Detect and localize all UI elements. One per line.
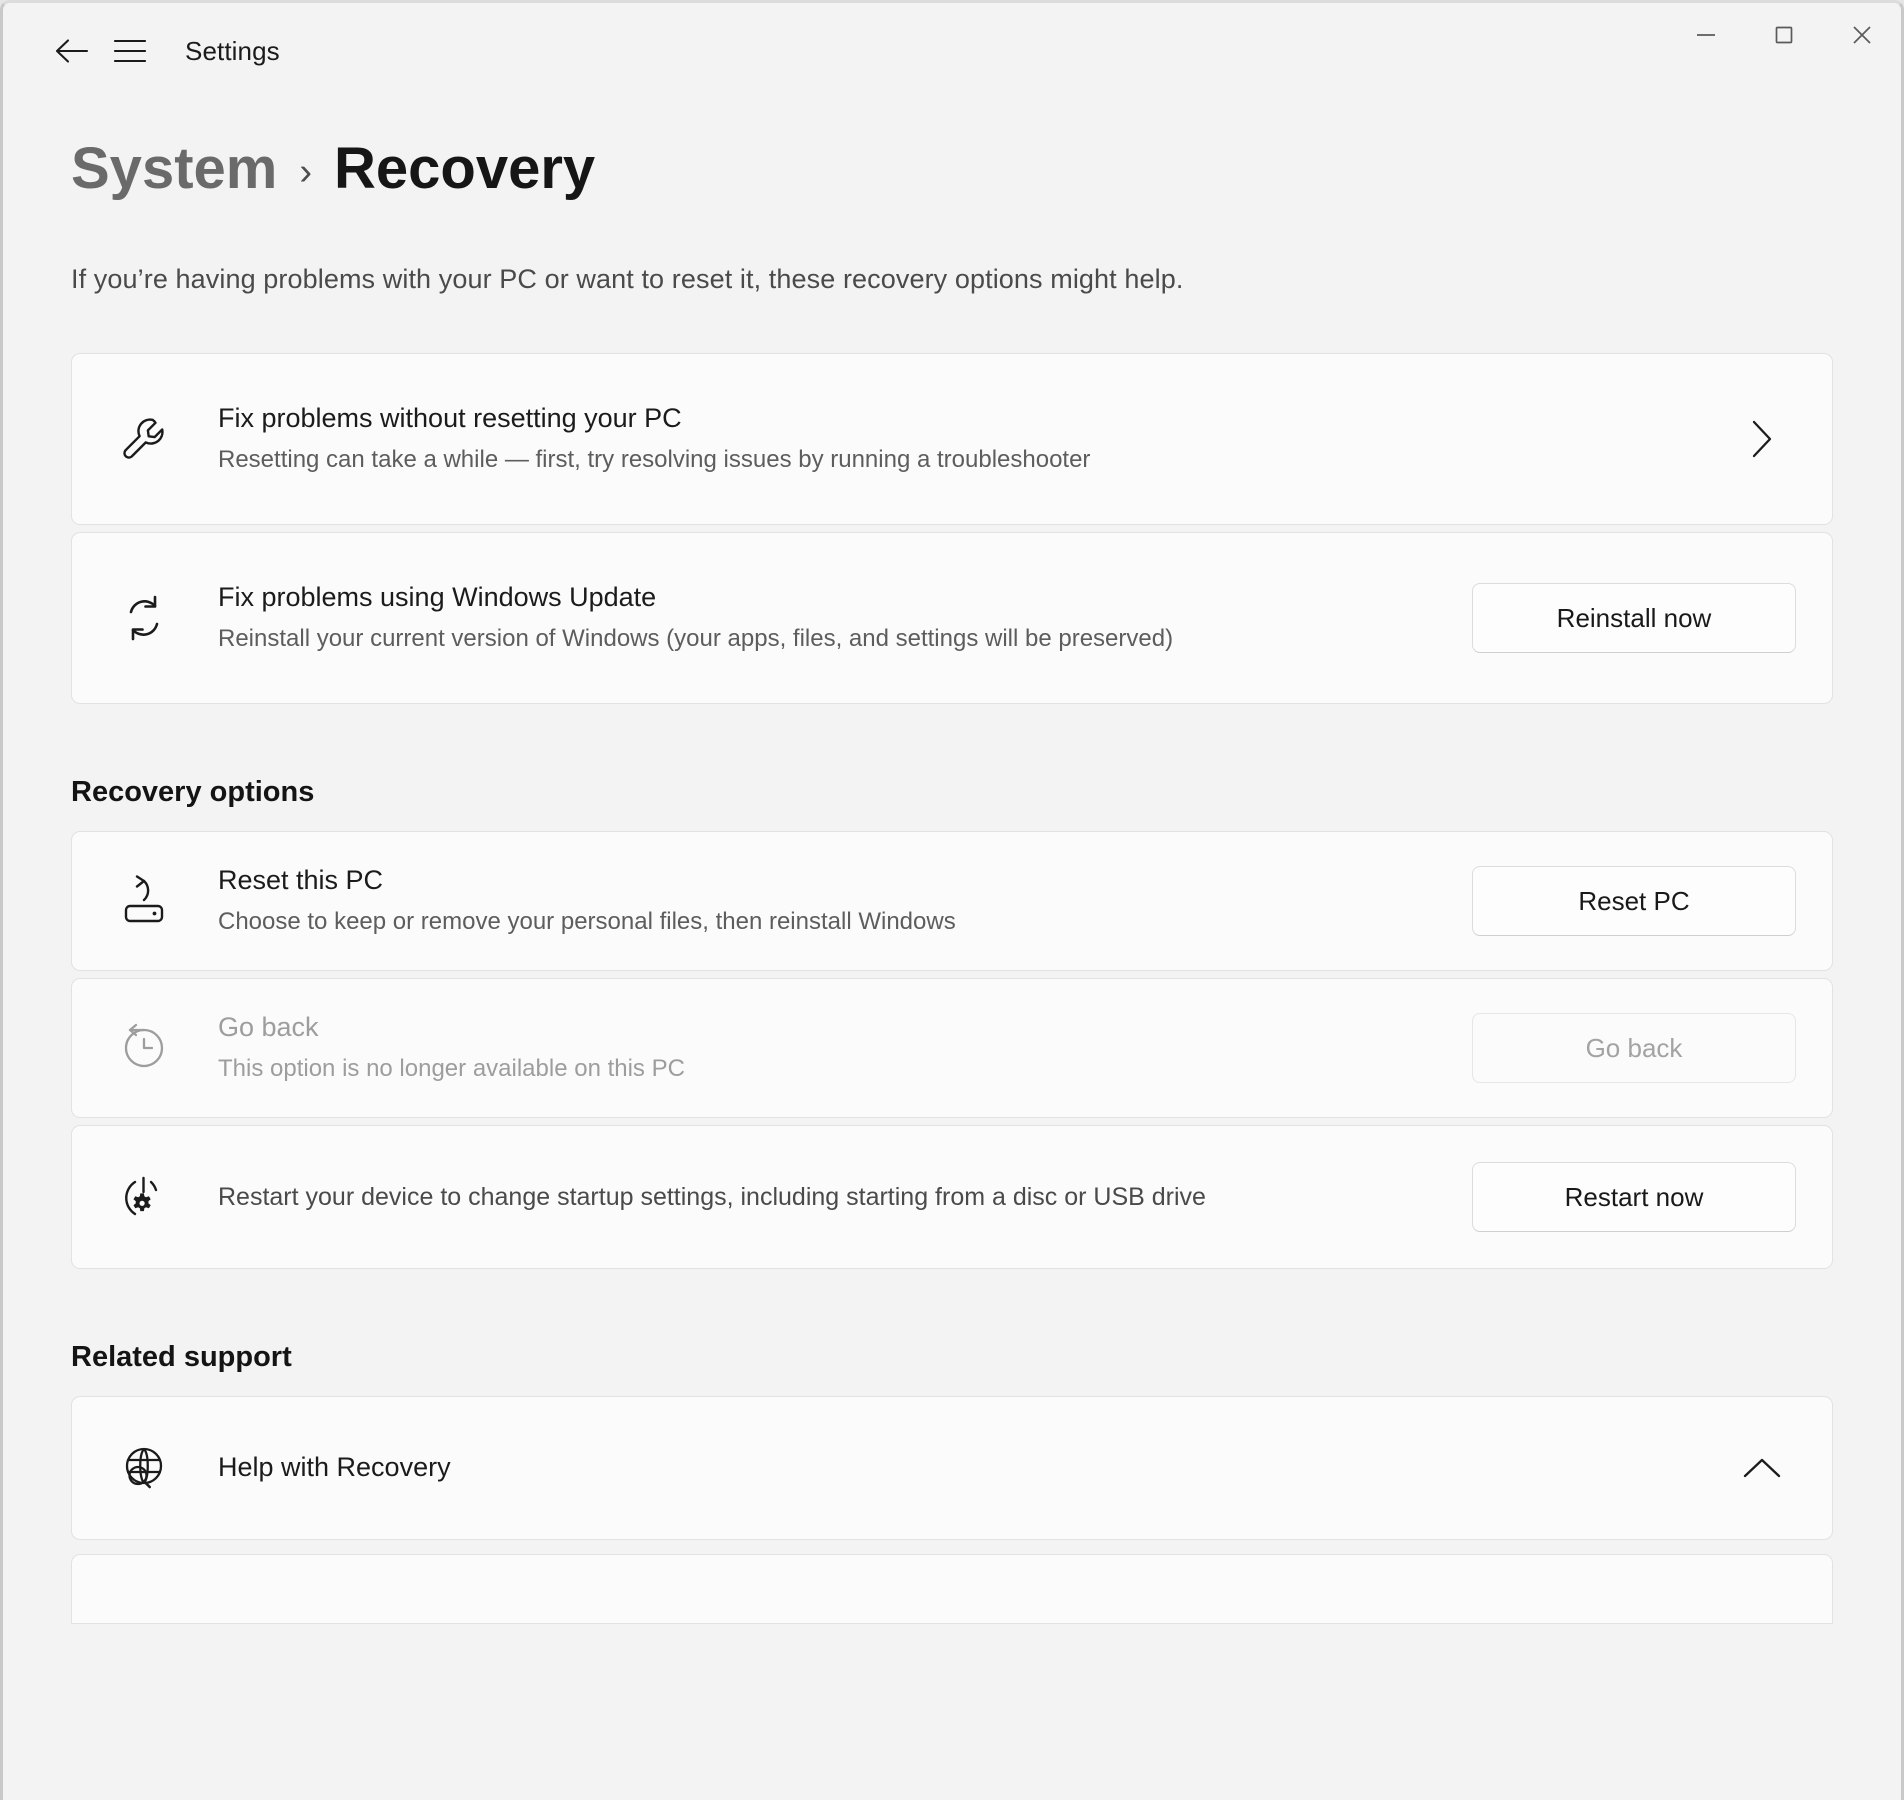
page-content: System › Recovery If you’re having probl… <box>3 135 1901 1624</box>
card-text-block: Go back This option is no longer availab… <box>218 1010 1472 1086</box>
card-text-block: Fix problems using Windows Update Reinst… <box>218 580 1472 656</box>
breadcrumb: System › Recovery <box>71 135 1833 202</box>
top-cards-group: Fix problems without resetting your PC R… <box>71 353 1833 704</box>
card-text-block: Restart your device to change startup se… <box>218 1180 1472 1215</box>
card-reset-this-pc: Reset this PC Choose to keep or remove y… <box>71 831 1833 971</box>
card-subtitle: Restart your device to change startup se… <box>218 1180 1446 1215</box>
card-fix-problems-using-windows-update: Fix problems using Windows Update Reinst… <box>71 532 1833 704</box>
reinstall-now-button[interactable]: Reinstall now <box>1472 583 1796 653</box>
breadcrumb-parent-system[interactable]: System <box>71 135 277 202</box>
hamburger-icon <box>114 39 146 63</box>
chevron-up-icon[interactable] <box>1736 1442 1788 1494</box>
card-title: Help with Recovery <box>218 1450 1710 1486</box>
go-back-button: Go back <box>1472 1013 1796 1083</box>
window-controls <box>1667 3 1901 71</box>
section-heading-recovery-options: Recovery options <box>71 776 1833 809</box>
breadcrumb-separator-icon: › <box>299 151 312 194</box>
app-title: Settings <box>185 36 280 67</box>
web-help-icon <box>116 1440 172 1496</box>
reset-pc-button[interactable]: Reset PC <box>1472 866 1796 936</box>
advanced-startup-icon <box>116 1169 172 1225</box>
section-heading-related-support: Related support <box>71 1341 1833 1374</box>
restart-now-button[interactable]: Restart now <box>1472 1162 1796 1232</box>
card-subtitle: Resetting can take a while — first, try … <box>218 443 1348 477</box>
back-button[interactable] <box>43 22 101 80</box>
recovery-options-group: Reset this PC Choose to keep or remove y… <box>71 831 1833 1269</box>
maximize-button[interactable] <box>1745 3 1823 71</box>
card-subtitle: Choose to keep or remove your personal f… <box>218 905 1348 939</box>
card-text-block: Reset this PC Choose to keep or remove y… <box>218 863 1472 939</box>
card-next-partial[interactable] <box>71 1554 1833 1624</box>
card-fix-problems-without-resetting[interactable]: Fix problems without resetting your PC R… <box>71 353 1833 525</box>
card-text-block: Help with Recovery <box>218 1450 1736 1486</box>
page-description: If you’re having problems with your PC o… <box>71 264 1833 295</box>
chevron-right-icon <box>1736 413 1788 465</box>
card-advanced-startup: Restart your device to change startup se… <box>71 1125 1833 1269</box>
card-help-with-recovery[interactable]: Help with Recovery <box>71 1396 1833 1540</box>
reset-pc-icon <box>116 873 172 929</box>
related-support-group: Help with Recovery <box>71 1396 1833 1624</box>
card-go-back: Go back This option is no longer availab… <box>71 978 1833 1118</box>
card-subtitle: Reinstall your current version of Window… <box>218 622 1348 656</box>
minimize-icon <box>1692 28 1720 47</box>
card-title: Reset this PC <box>218 863 1446 899</box>
title-bar: Settings <box>3 3 1901 99</box>
history-icon <box>116 1020 172 1076</box>
card-text-block: Fix problems without resetting your PC R… <box>218 401 1736 477</box>
navigation-menu-button[interactable] <box>101 22 159 80</box>
close-button[interactable] <box>1823 3 1901 71</box>
close-icon <box>1848 21 1876 54</box>
card-subtitle: This option is no longer available on th… <box>218 1052 1348 1086</box>
settings-window: Settings <box>0 0 1904 1800</box>
maximize-icon <box>1770 21 1798 54</box>
card-title: Fix problems without resetting your PC <box>218 401 1710 437</box>
back-arrow-icon <box>55 38 89 64</box>
card-title: Go back <box>218 1010 1446 1046</box>
card-title: Fix problems using Windows Update <box>218 580 1446 616</box>
page-title: Recovery <box>334 135 595 202</box>
refresh-icon <box>116 590 172 646</box>
minimize-button[interactable] <box>1667 3 1745 71</box>
wrench-icon <box>116 411 172 467</box>
